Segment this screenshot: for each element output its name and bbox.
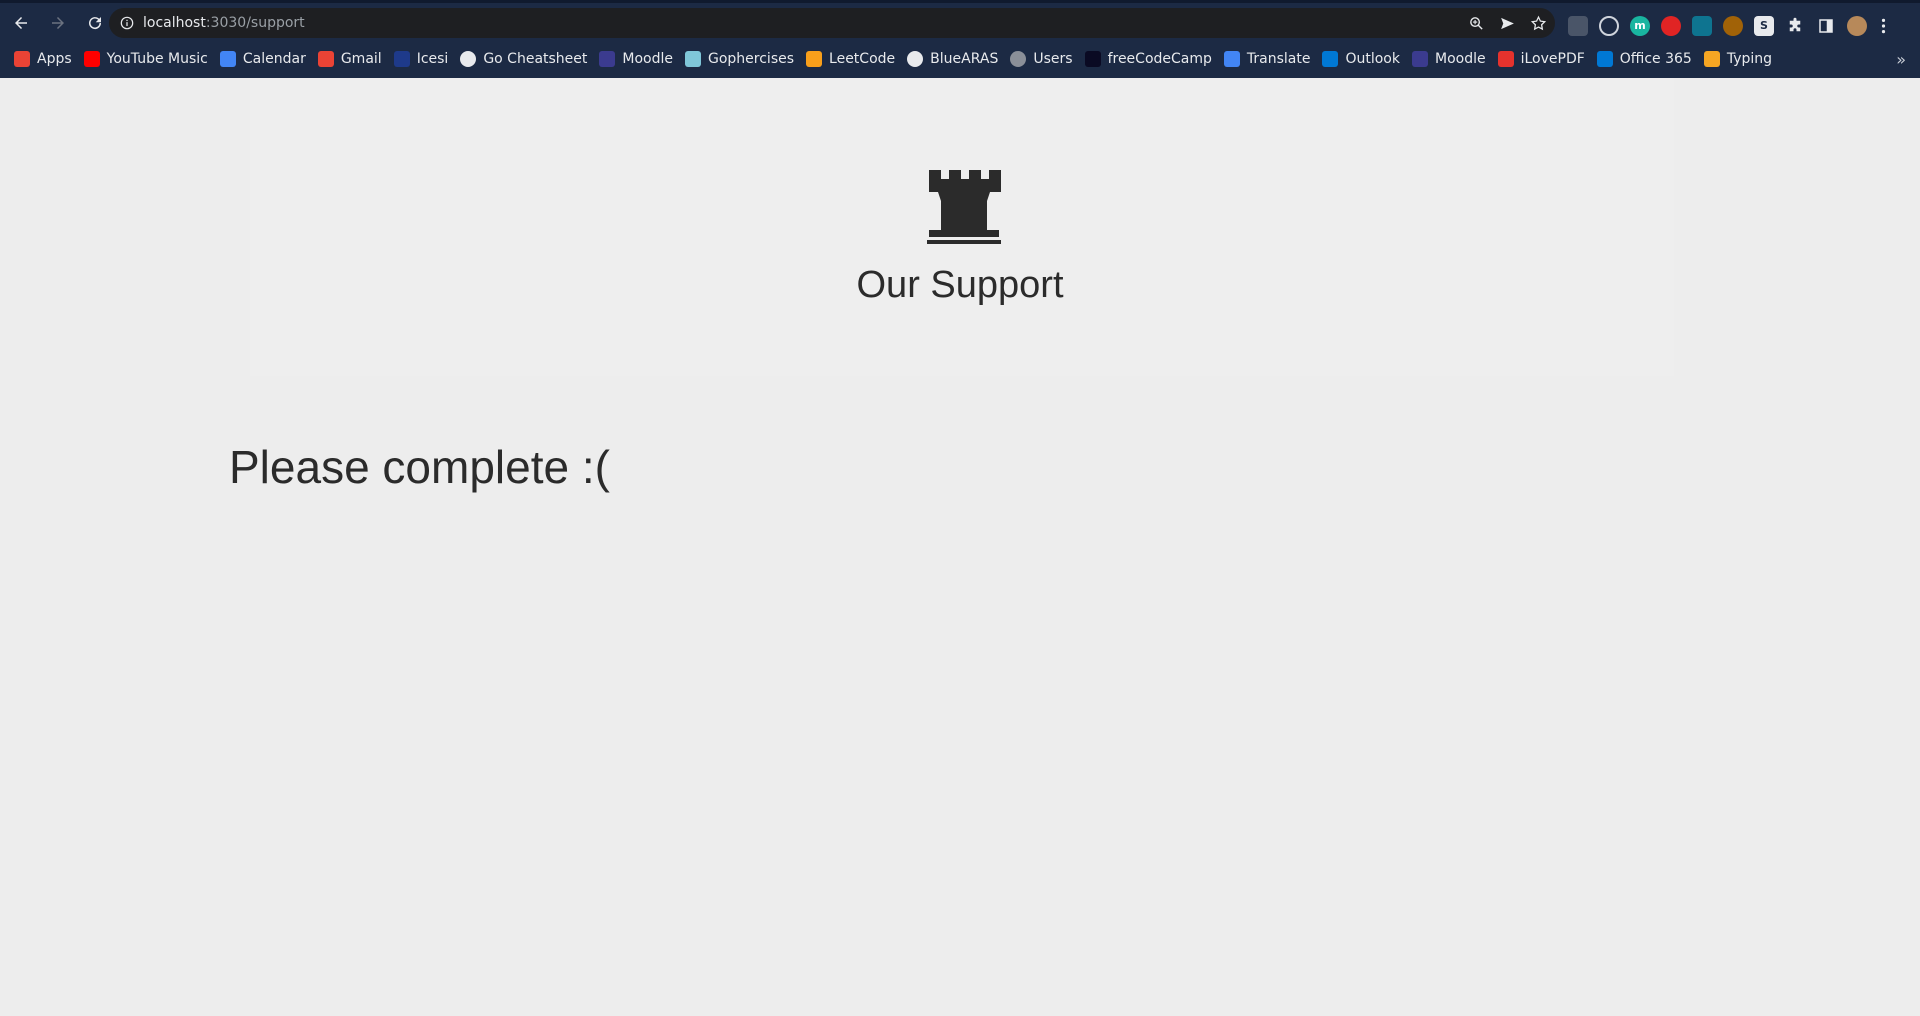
leetcode-icon bbox=[806, 51, 823, 67]
url-host: localhost bbox=[143, 15, 206, 31]
bookmark-item[interactable]: Go Cheatsheet bbox=[458, 45, 595, 73]
moodle-icon bbox=[1411, 51, 1428, 67]
reload-button[interactable] bbox=[79, 7, 111, 39]
bookmark-item[interactable]: Gophercises bbox=[683, 45, 802, 73]
bookmark-item[interactable]: Typing bbox=[1702, 45, 1780, 73]
bookmarks-bar: Apps YouTube Music Calendar Gmail Icesi Go Ch… bbox=[0, 45, 1920, 73]
reload-icon bbox=[89, 16, 102, 29]
page-content: Our Support Please complete :( bbox=[0, 78, 1920, 1016]
bookmark-label: Moodle bbox=[622, 51, 673, 67]
bookmark-item[interactable]: LeetCode bbox=[804, 45, 903, 73]
browser-chrome: localhost:3030/support m S Apps YouTube … bbox=[0, 0, 1920, 78]
extension-m-icon[interactable]: m bbox=[1630, 15, 1650, 36]
bookmark-label: freeCodeCamp bbox=[1107, 51, 1212, 67]
freecodecamp-icon bbox=[1084, 51, 1101, 67]
bookmark-item[interactable]: BlueARAS bbox=[905, 45, 1006, 73]
extension-owl-icon[interactable] bbox=[1723, 15, 1743, 36]
bookmark-label: Gophercises bbox=[708, 51, 795, 67]
bookmark-item[interactable]: Moodle bbox=[1410, 45, 1494, 73]
ilovepdf-icon bbox=[1497, 51, 1514, 67]
chess-rook-icon bbox=[927, 170, 1001, 244]
extension-mask-icon[interactable] bbox=[1692, 15, 1712, 36]
bookmark-item[interactable]: Icesi bbox=[392, 45, 457, 73]
typing-icon bbox=[1703, 51, 1720, 67]
url-text[interactable]: localhost:3030/support bbox=[143, 15, 305, 31]
icesi-icon bbox=[393, 51, 410, 67]
page-title: Our Support bbox=[856, 264, 1064, 306]
translate-icon bbox=[1223, 51, 1240, 67]
gmail-icon bbox=[317, 51, 334, 67]
arrow-left-icon bbox=[15, 16, 27, 29]
extension-s-icon[interactable]: S bbox=[1754, 15, 1774, 36]
extension-red-icon[interactable] bbox=[1661, 15, 1681, 36]
extension-generic-icon[interactable] bbox=[1568, 15, 1588, 36]
outlook-icon bbox=[1322, 51, 1339, 67]
bookmark-label: Moodle bbox=[1434, 51, 1486, 67]
bookmark-label: Outlook bbox=[1345, 51, 1400, 67]
puzzle-extensions-icon[interactable] bbox=[1785, 16, 1805, 36]
bookmark-item[interactable]: Office 365 bbox=[1595, 45, 1700, 73]
forward-button[interactable] bbox=[42, 7, 74, 39]
bookmark-item[interactable]: Gmail bbox=[316, 45, 390, 73]
bookmark-item[interactable]: freeCodeCamp bbox=[1083, 45, 1220, 73]
github-icon bbox=[460, 51, 477, 67]
gophercises-icon bbox=[685, 51, 701, 67]
bookmark-label: Office 365 bbox=[1619, 51, 1692, 67]
bookmark-label: YouTube Music bbox=[106, 51, 208, 67]
bookmark-item[interactable]: Apps bbox=[12, 45, 80, 73]
browser-toolbar: localhost:3030/support m S bbox=[0, 3, 1920, 42]
bookmark-label: Gmail bbox=[340, 51, 382, 67]
bookmarks-overflow-icon[interactable]: » bbox=[1896, 45, 1906, 73]
bookmark-item[interactable]: Translate bbox=[1222, 45, 1319, 73]
send-icon[interactable] bbox=[1499, 15, 1516, 32]
incomplete-message: Please complete :( bbox=[229, 441, 610, 493]
back-button[interactable] bbox=[5, 7, 37, 39]
bookmark-label: Translate bbox=[1246, 51, 1311, 67]
profile-avatar[interactable] bbox=[1847, 15, 1867, 36]
moodle-icon bbox=[599, 51, 616, 67]
kebab-menu-icon[interactable] bbox=[1878, 16, 1888, 36]
zoom-icon[interactable] bbox=[1468, 15, 1485, 32]
extensions-bar: m S bbox=[1568, 6, 1888, 45]
calendar-icon bbox=[219, 51, 236, 67]
extension-bulb-icon[interactable] bbox=[1599, 15, 1619, 36]
bookmark-star-icon[interactable] bbox=[1530, 15, 1547, 32]
bookmark-label: Go Cheatsheet bbox=[483, 51, 588, 67]
url-path: :3030/support bbox=[205, 15, 305, 31]
bookmark-label: Icesi bbox=[416, 51, 449, 67]
bookmark-label: Calendar bbox=[242, 51, 306, 67]
bookmark-label: iLovePDF bbox=[1520, 51, 1585, 67]
bookmark-label: Typing bbox=[1726, 51, 1773, 67]
site-info-icon[interactable] bbox=[119, 15, 135, 31]
bookmark-item[interactable]: Moodle bbox=[597, 45, 681, 73]
address-bar[interactable]: localhost:3030/support bbox=[109, 8, 1555, 38]
bookmark-item[interactable]: Calendar bbox=[218, 45, 314, 73]
office365-icon bbox=[1596, 51, 1613, 67]
bookmark-item[interactable]: iLovePDF bbox=[1496, 45, 1593, 73]
bookmark-label: BlueARAS bbox=[930, 51, 999, 67]
youtube-music-icon bbox=[83, 51, 100, 67]
bookmark-label: Apps bbox=[37, 51, 72, 67]
side-panel-icon[interactable] bbox=[1816, 16, 1836, 36]
bookmark-item[interactable]: YouTube Music bbox=[82, 45, 216, 73]
bluearas-icon bbox=[907, 51, 924, 67]
bookmark-item[interactable]: Outlook bbox=[1320, 45, 1408, 73]
arrow-right-icon bbox=[52, 16, 64, 29]
bookmark-label: Users bbox=[1033, 51, 1073, 67]
bookmark-item[interactable]: Users bbox=[1008, 45, 1080, 73]
apps-grid-icon bbox=[14, 51, 30, 67]
bookmark-label: LeetCode bbox=[829, 51, 896, 67]
globe-icon bbox=[1010, 51, 1027, 67]
